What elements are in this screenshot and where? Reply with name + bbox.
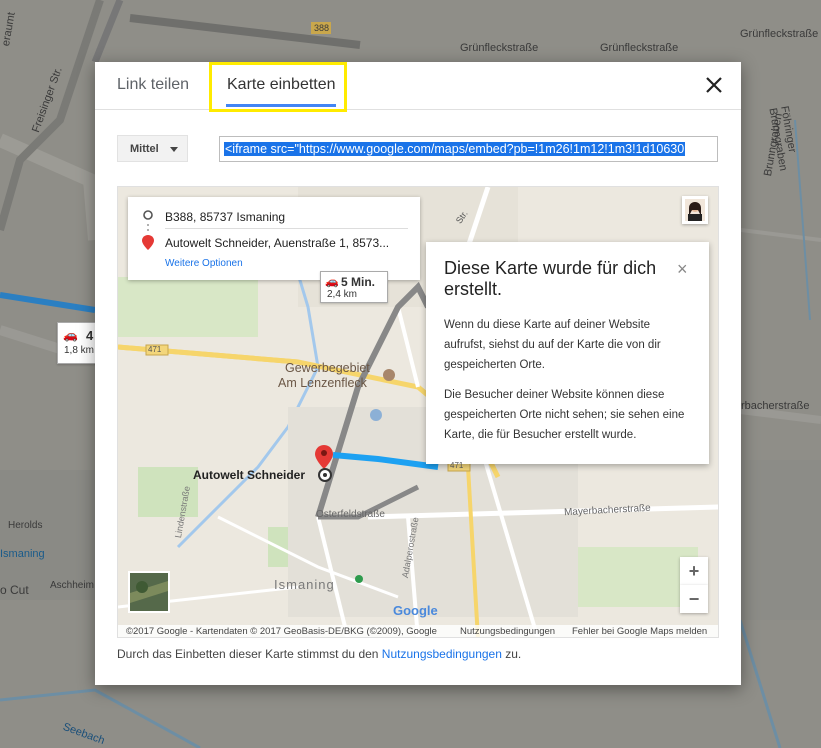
- poi-gewerbegebiet-1: Gewerbegebiet: [285, 361, 370, 375]
- road-388-label: 388: [314, 23, 330, 33]
- bg-street-partial-left: Herolds: [8, 520, 43, 531]
- car-route-info: 🚗 5 Min. 2,4 km: [320, 271, 388, 303]
- consent-after: zu.: [501, 647, 522, 661]
- share-dialog: Link teilen Karte einbetten Mittel <ifra…: [95, 62, 741, 685]
- popup-close-icon[interactable]: ×: [677, 259, 688, 280]
- satellite-thumbnail-icon: [130, 573, 168, 611]
- directions-divider: [165, 228, 408, 229]
- tab-link-teilen[interactable]: Link teilen: [117, 76, 189, 94]
- place-autowelt-schneider[interactable]: Autowelt Schneider: [193, 468, 305, 482]
- satellite-toggle[interactable]: [128, 571, 170, 613]
- consent-before: Durch das Einbetten dieser Karte stimmst…: [117, 647, 382, 661]
- bg-street-partial-left2: Aschheim: [50, 580, 94, 591]
- place-ismaning: Ismaning: [274, 577, 335, 592]
- map-footer: ©2017 Google - Kartendaten © 2017 GeoBas…: [118, 625, 718, 637]
- poi-gewerbegebiet-2: Am Lenzenfleck: [278, 376, 367, 390]
- close-icon[interactable]: [701, 72, 727, 98]
- consent-terms-link[interactable]: Nutzungsbedingungen: [382, 647, 502, 661]
- size-select[interactable]: Mittel: [117, 135, 188, 162]
- zoom-out-button[interactable]: −: [680, 585, 708, 613]
- road-471-label-b: 471: [450, 461, 464, 470]
- bg-street-gruenfleck-left: Grünfleckstraße: [460, 42, 539, 54]
- zoom-in-button[interactable]: +: [680, 557, 708, 585]
- car-icon: 🚗: [325, 276, 339, 288]
- map-copyright: ©2017 Google - Kartendaten © 2017 GeoBas…: [126, 626, 437, 637]
- avatar-icon: [685, 199, 705, 221]
- bg-place-ismaning: Ismaning: [0, 548, 45, 560]
- embed-code-field[interactable]: <iframe src="https://www.google.com/maps…: [219, 136, 718, 162]
- bg-street-mayerbacher: rbacherstraße: [741, 400, 810, 412]
- user-avatar[interactable]: [682, 196, 708, 224]
- embed-code-text: <iframe src="https://www.google.com/maps…: [224, 142, 686, 156]
- directions-origin: B388, 85737 Ismaning: [165, 210, 286, 224]
- bg-street-gruenfleck-right: Grünfleckstraße: [740, 28, 819, 40]
- map-preview[interactable]: B388, 85737 Ismaning Autowelt Schneider,…: [117, 186, 719, 638]
- bg-route-info: 🚗 4 1,8 km: [57, 322, 97, 364]
- car-time: 5 Min.: [341, 275, 376, 289]
- bg-route-km: 1,8 km: [64, 345, 95, 356]
- bg-route-time: 4: [86, 328, 94, 343]
- popup-paragraph-1: Wenn du diese Karte auf deiner Website a…: [444, 319, 661, 371]
- tab-bar: Link teilen Karte einbetten: [95, 62, 741, 112]
- consent-text: Durch das Einbetten dieser Karte stimmst…: [117, 647, 521, 661]
- map-report-link[interactable]: Fehler bei Google Maps melden: [572, 626, 707, 637]
- popup-title: Diese Karte wurde für dich erstellt.: [444, 258, 657, 299]
- bg-place-cut: o Cut: [0, 583, 29, 597]
- destination-pin-icon: [142, 235, 154, 250]
- more-options-link[interactable]: Weitere Optionen: [165, 258, 243, 269]
- info-popup: Diese Karte wurde für dich erstellt. × W…: [426, 242, 709, 464]
- road-471-label-a: 471: [148, 345, 162, 354]
- chevron-down-icon: [170, 147, 178, 152]
- car-icon: 🚗: [63, 328, 78, 342]
- tab-highlight-box: [209, 62, 347, 112]
- car-km: 2,4 km: [327, 289, 358, 300]
- size-select-value: Mittel: [130, 143, 159, 155]
- google-logo: Google: [393, 603, 438, 618]
- street-osterfeld: Osterfeldstraße: [316, 509, 385, 520]
- bg-street-gruenfleck-right2: Grünfleckstraße: [600, 42, 679, 54]
- directions-card: B388, 85737 Ismaning Autowelt Schneider,…: [128, 197, 420, 280]
- popup-paragraph-2: Die Besucher deiner Website können diese…: [444, 389, 685, 441]
- map-terms-link[interactable]: Nutzungsbedingungen: [460, 626, 555, 637]
- directions-destination: Autowelt Schneider, Auenstraße 1, 8573..…: [165, 236, 390, 250]
